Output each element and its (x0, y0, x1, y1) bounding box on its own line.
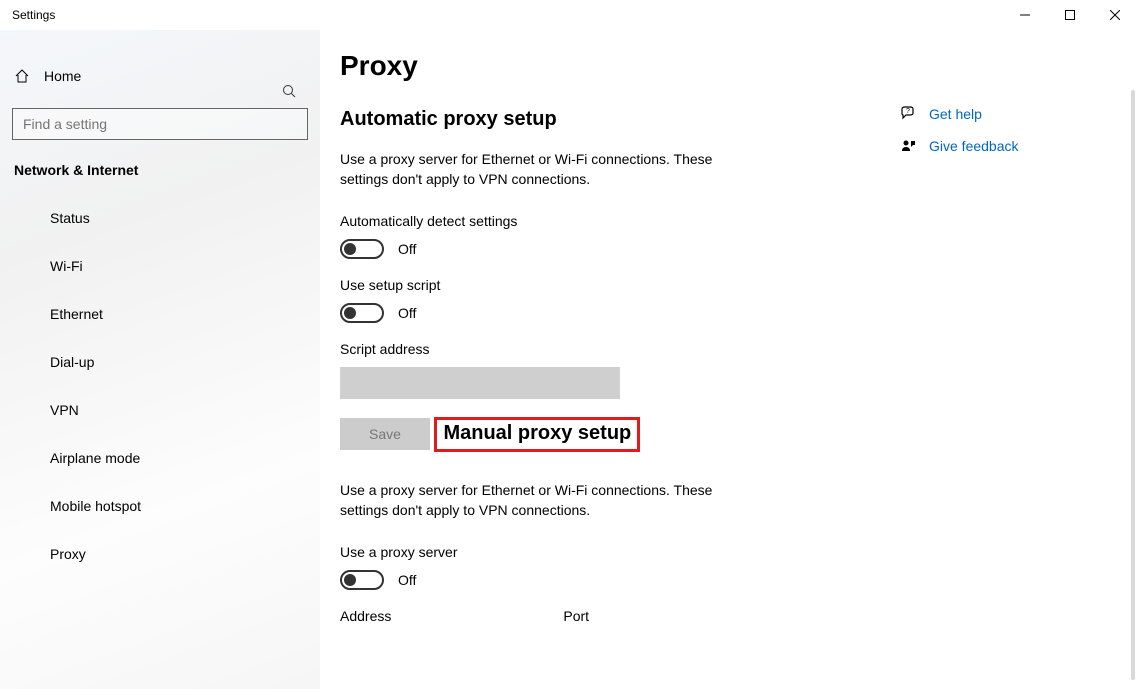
wifi-icon (14, 259, 32, 273)
help-icon: ? (897, 106, 921, 122)
auto-proxy-desc: Use a proxy server for Ethernet or Wi-Fi… (340, 149, 760, 189)
port-label: Port (563, 608, 589, 624)
window-title: Settings (12, 8, 55, 22)
use-proxy-toggle[interactable] (340, 570, 384, 590)
svg-text:?: ? (906, 108, 910, 115)
status-icon (14, 211, 32, 225)
vpn-icon (14, 403, 32, 417)
search-container (12, 108, 308, 140)
give-feedback-label: Give feedback (929, 138, 1019, 154)
auto-detect-state: Off (398, 241, 416, 257)
sidebar-item-proxy[interactable]: Proxy (0, 530, 320, 578)
home-icon (14, 68, 30, 84)
manual-heading-highlight: Manual proxy setup (434, 417, 640, 452)
minimize-icon (1020, 10, 1030, 20)
setup-script-state: Off (398, 305, 416, 321)
hotspot-icon (14, 499, 32, 513)
scrollbar[interactable] (1131, 90, 1135, 680)
close-button[interactable] (1092, 0, 1137, 30)
sidebar-item-label: Airplane mode (50, 450, 140, 466)
search-input[interactable] (12, 108, 308, 140)
sidebar-item-ethernet[interactable]: Ethernet (0, 290, 320, 338)
maximize-button[interactable] (1047, 0, 1092, 30)
sidebar-item-label: Mobile hotspot (50, 498, 141, 514)
sidebar-item-label: Dial-up (50, 354, 94, 370)
sidebar-item-airplane[interactable]: Airplane mode (0, 434, 320, 482)
home-nav[interactable]: Home (0, 58, 320, 94)
sidebar-item-label: Proxy (50, 546, 86, 562)
sidebar-item-dialup[interactable]: Dial-up (0, 338, 320, 386)
sidebar-item-hotspot[interactable]: Mobile hotspot (0, 482, 320, 530)
sidebar-item-label: VPN (50, 402, 79, 418)
use-proxy-state: Off (398, 572, 416, 588)
search-icon (282, 84, 296, 98)
maximize-icon (1065, 10, 1075, 20)
sidebar-item-label: Ethernet (50, 306, 103, 322)
manual-proxy-heading: Manual proxy setup (443, 422, 631, 445)
sidebar-item-label: Wi-Fi (50, 258, 83, 274)
category-title: Network & Internet (0, 140, 320, 194)
ethernet-icon (14, 307, 32, 321)
auto-detect-toggle[interactable] (340, 239, 384, 259)
auto-detect-label: Automatically detect settings (340, 213, 900, 229)
script-address-label: Script address (340, 341, 900, 357)
sidebar: Home Network & Internet Status Wi-Fi Eth… (0, 30, 320, 689)
home-label: Home (44, 68, 81, 84)
give-feedback-link[interactable]: Give feedback (897, 130, 1117, 162)
proxy-icon (14, 547, 32, 561)
airplane-icon (14, 451, 32, 465)
sidebar-item-wifi[interactable]: Wi-Fi (0, 242, 320, 290)
auto-proxy-heading: Automatic proxy setup (340, 108, 900, 131)
aside-links: ? Get help Give feedback (897, 98, 1117, 162)
manual-proxy-desc: Use a proxy server for Ethernet or Wi-Fi… (340, 480, 760, 520)
main-content: Proxy Automatic proxy setup Use a proxy … (340, 30, 900, 689)
close-icon (1110, 10, 1120, 20)
minimize-button[interactable] (1002, 0, 1047, 30)
sidebar-item-label: Status (50, 210, 90, 226)
get-help-label: Get help (929, 106, 982, 122)
window-controls (1002, 0, 1137, 30)
use-proxy-label: Use a proxy server (340, 544, 900, 560)
feedback-icon (897, 138, 921, 154)
setup-script-toggle[interactable] (340, 303, 384, 323)
setup-script-label: Use setup script (340, 277, 900, 293)
save-button[interactable]: Save (340, 418, 430, 450)
sidebar-item-vpn[interactable]: VPN (0, 386, 320, 434)
sidebar-item-status[interactable]: Status (0, 194, 320, 242)
page-title: Proxy (340, 50, 900, 82)
titlebar: Settings (0, 0, 1137, 30)
script-address-input[interactable] (340, 367, 620, 399)
address-label: Address (340, 608, 391, 624)
get-help-link[interactable]: ? Get help (897, 98, 1117, 130)
dialup-icon (14, 355, 32, 369)
